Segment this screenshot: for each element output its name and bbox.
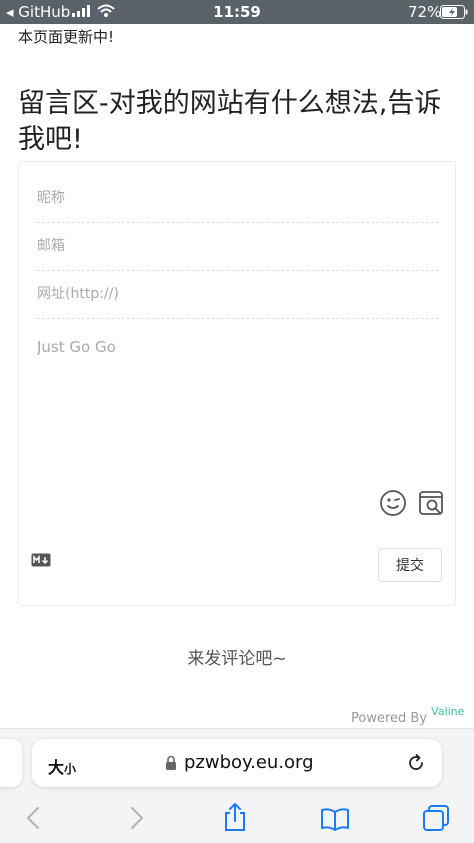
- reload-icon[interactable]: [406, 753, 426, 773]
- page-title: 留言区-对我的网站有什么想法,告诉我吧!: [18, 88, 442, 155]
- comment-form: 提交: [18, 161, 456, 606]
- url-text: pzwboy.eu.org: [184, 752, 314, 773]
- website-input[interactable]: [37, 270, 439, 318]
- nick-field-wrap: [37, 174, 439, 223]
- comment-textarea[interactable]: [37, 338, 437, 478]
- valine-link[interactable]: Valine: [431, 705, 464, 718]
- nick-input[interactable]: [37, 174, 439, 222]
- text-size-button[interactable]: 大小: [48, 754, 76, 778]
- clock: 11:59: [213, 3, 261, 21]
- emoji-icon[interactable]: [379, 489, 407, 517]
- previous-tab-peek[interactable]: [0, 739, 22, 787]
- update-notice: 本页面更新中!: [18, 28, 115, 46]
- battery-percent: 72%: [408, 3, 442, 21]
- email-input[interactable]: [37, 222, 439, 270]
- browser-toolbar: 大小 pzwboy.eu.org: [0, 728, 474, 843]
- empty-comments-text: 来发评论吧~: [187, 649, 287, 669]
- powered-by-label: Powered By: [351, 711, 428, 726]
- text-size-large-label: 大: [48, 758, 65, 777]
- markdown-icon[interactable]: [31, 553, 51, 567]
- share-icon[interactable]: [222, 802, 248, 832]
- submit-button[interactable]: 提交: [378, 548, 442, 582]
- bookmarks-icon[interactable]: [320, 807, 350, 831]
- address-bar[interactable]: 大小 pzwboy.eu.org: [32, 739, 442, 787]
- text-size-small-label: 小: [64, 762, 77, 776]
- tabs-icon[interactable]: [422, 804, 450, 832]
- forward-arrow-icon[interactable]: [126, 806, 146, 830]
- link-field-wrap: [37, 270, 439, 319]
- status-bar: ◂ GitHub 11:59 72%: [0, 0, 474, 24]
- mail-field-wrap: [37, 222, 439, 271]
- powered-by: Powered By Valine: [351, 705, 464, 726]
- back-arrow-icon[interactable]: [24, 806, 44, 830]
- preview-icon[interactable]: [417, 489, 445, 517]
- lock-icon: [166, 755, 176, 770]
- battery-charging-icon: [440, 5, 468, 19]
